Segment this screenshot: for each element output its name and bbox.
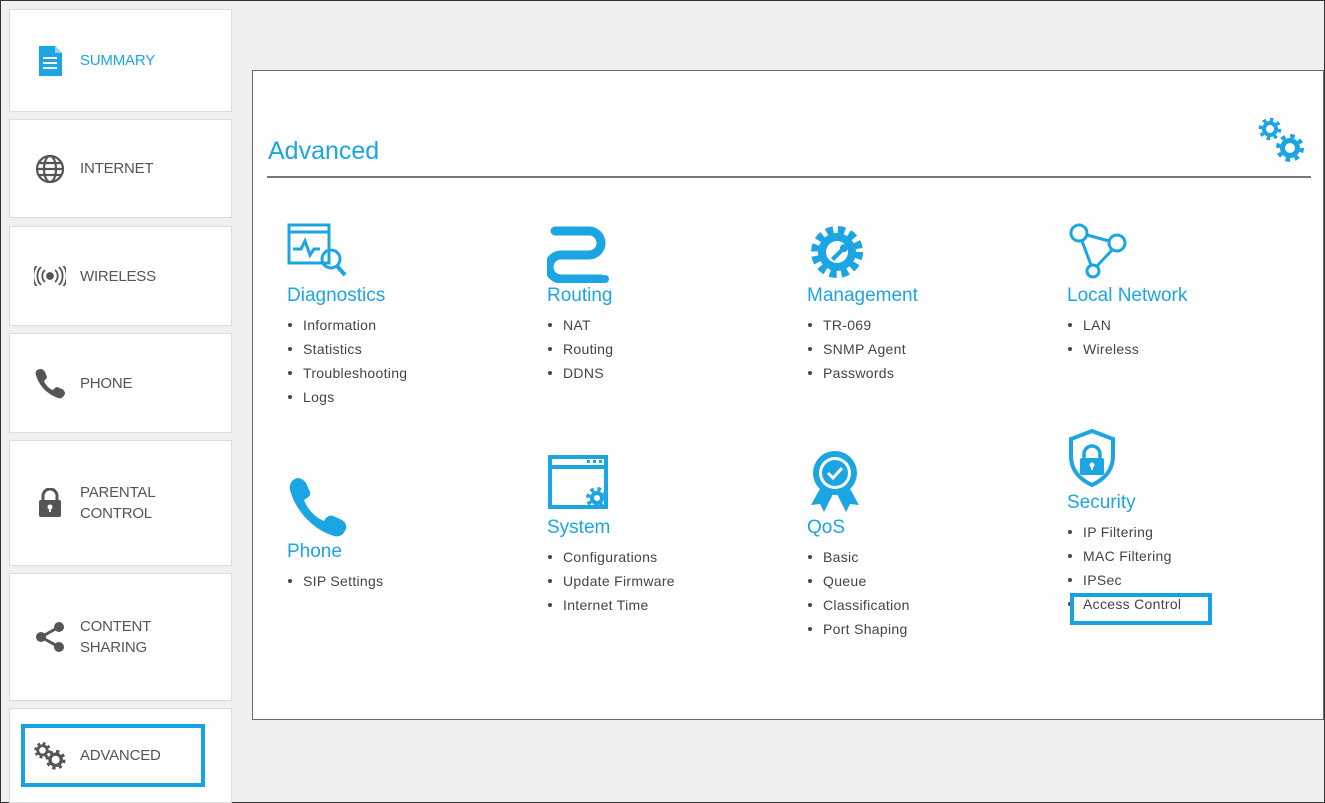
section-phone: Phone SIP Settings [287, 471, 383, 593]
section-system: System Configurations Update Firmware In… [547, 453, 675, 617]
phone-icon [34, 367, 66, 399]
network-icon [1069, 223, 1127, 279]
link-statistics[interactable]: Statistics [287, 337, 407, 361]
wrench-gear-icon [811, 226, 863, 278]
link-lan[interactable]: LAN [1067, 313, 1187, 337]
access-control-highlight [1070, 593, 1212, 625]
sidebar-item-content-sharing[interactable]: CONTENT SHARING [9, 573, 232, 701]
routing-icon [547, 226, 609, 283]
section-title[interactable]: Management [807, 285, 918, 307]
document-icon [34, 45, 66, 77]
wireless-icon [34, 260, 66, 292]
link-nat[interactable]: NAT [547, 313, 617, 337]
sidebar-item-parental-control[interactable]: PARENTAL CONTROL [9, 440, 232, 566]
section-title[interactable]: QoS [807, 517, 910, 539]
title-divider [267, 176, 1311, 178]
link-update-firmware[interactable]: Update Firmware [547, 569, 675, 593]
sidebar-item-wireless[interactable]: WIRELESS [9, 226, 232, 326]
section-security: Security IP Filtering MAC Filtering IPSe… [1067, 428, 1181, 616]
link-ip-filtering[interactable]: IP Filtering [1067, 520, 1181, 544]
diagnostics-icon [287, 223, 347, 277]
section-title[interactable]: System [547, 517, 675, 539]
link-logs[interactable]: Logs [287, 385, 407, 409]
section-title[interactable]: Local Network [1067, 285, 1187, 307]
sidebar-item-label: PHONE [80, 374, 133, 392]
link-troubleshooting[interactable]: Troubleshooting [287, 361, 407, 385]
share-icon [34, 621, 66, 653]
sidebar-item-label: SUMMARY [80, 52, 155, 69]
shield-lock-icon [1069, 428, 1115, 488]
section-qos: QoS Basic Queue Classification Port Shap… [807, 449, 910, 641]
lock-icon [34, 487, 66, 519]
sidebar-item-summary[interactable]: SUMMARY [9, 9, 232, 112]
section-diagnostics: Diagnostics Information Statistics Troub… [287, 221, 407, 409]
link-routing[interactable]: Routing [547, 337, 617, 361]
link-snmp-agent[interactable]: SNMP Agent [807, 337, 918, 361]
globe-icon [34, 153, 66, 185]
link-queue[interactable]: Queue [807, 569, 910, 593]
advanced-highlight [21, 724, 205, 787]
sidebar-item-label: CONTENT SHARING [80, 618, 152, 656]
section-title[interactable]: Diagnostics [287, 285, 407, 307]
section-title[interactable]: Routing [547, 285, 617, 307]
link-ddns[interactable]: DDNS [547, 361, 617, 385]
sidebar-item-phone[interactable]: PHONE [9, 333, 232, 433]
sidebar-item-label: INTERNET [80, 160, 154, 177]
link-classification[interactable]: Classification [807, 593, 910, 617]
sidebar-item-internet[interactable]: INTERNET [9, 119, 232, 218]
link-wireless[interactable]: Wireless [1067, 337, 1187, 361]
phone-icon [289, 478, 347, 537]
link-configurations[interactable]: Configurations [547, 545, 675, 569]
section-local-network: Local Network LAN Wireless [1067, 221, 1187, 361]
page-title: Advanced [268, 137, 380, 165]
sidebar-item-label: WIRELESS [80, 267, 156, 285]
section-management: Management TR-069 SNMP Agent Passwords [807, 221, 918, 385]
section-title[interactable]: Security [1067, 492, 1181, 514]
link-internet-time[interactable]: Internet Time [547, 593, 675, 617]
sidebar: SUMMARY INTERNET WIRELESS PHONE PARENTAL… [9, 9, 232, 803]
sidebar-item-label: PARENTAL CONTROL [80, 484, 156, 522]
link-sip-settings[interactable]: SIP Settings [287, 569, 383, 593]
link-tr-069[interactable]: TR-069 [807, 313, 918, 337]
link-port-shaping[interactable]: Port Shaping [807, 617, 910, 641]
link-mac-filtering[interactable]: MAC Filtering [1067, 544, 1181, 568]
section-routing: Routing NAT Routing DDNS [547, 221, 617, 385]
link-basic[interactable]: Basic [807, 545, 910, 569]
system-window-icon [548, 455, 608, 509]
link-information[interactable]: Information [287, 313, 407, 337]
section-title[interactable]: Phone [287, 541, 383, 563]
gears-icon [1258, 117, 1304, 162]
award-badge-icon [811, 451, 859, 512]
link-passwords[interactable]: Passwords [807, 361, 918, 385]
link-ipsec[interactable]: IPSec [1067, 568, 1181, 592]
